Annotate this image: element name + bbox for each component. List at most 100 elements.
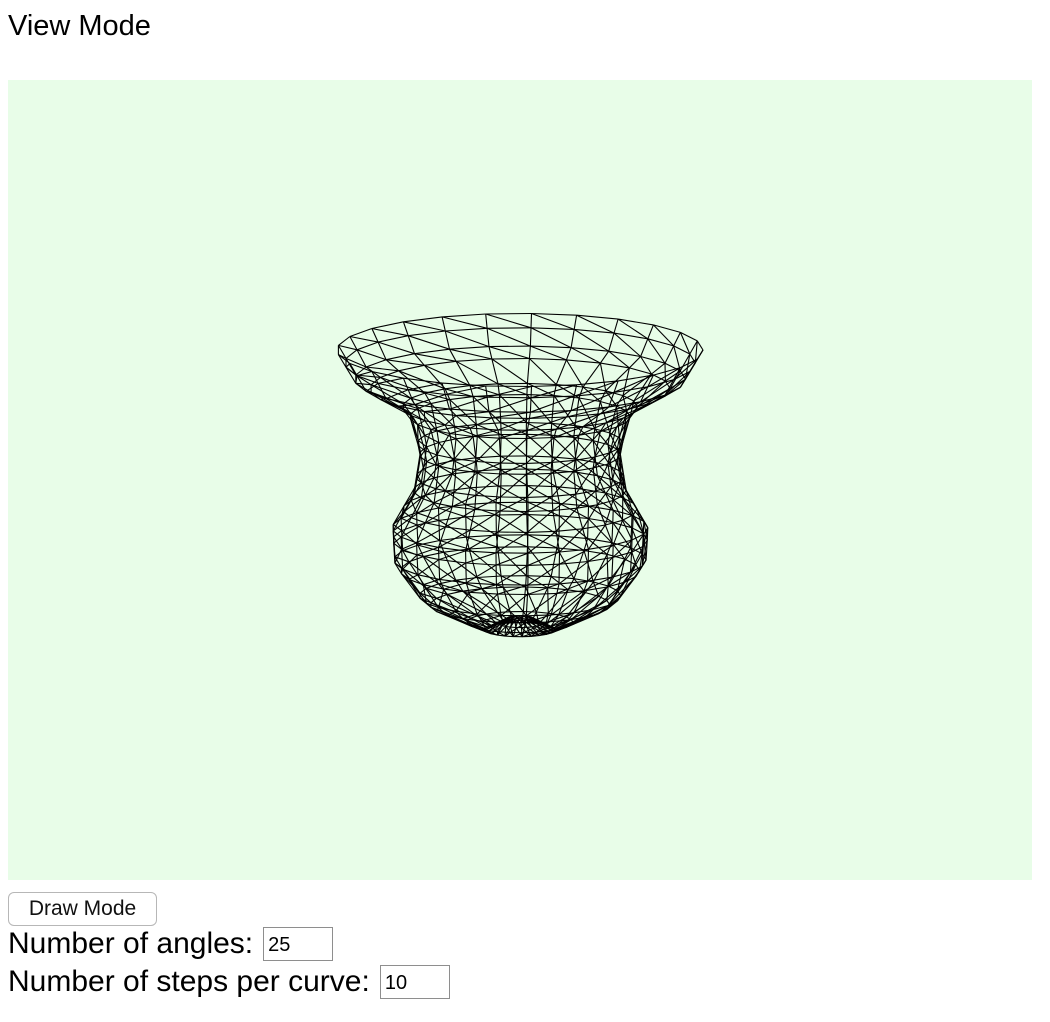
mesh-profile-edge [488,346,493,360]
mesh-ring-edge [530,616,532,618]
mesh-ring-edge [525,586,548,589]
mesh-ring-edge [411,517,426,524]
mesh-profile-edge [664,345,675,364]
mesh-profile-edge [550,473,553,497]
mesh-diagonal-edge [526,437,555,464]
mesh-profile-edge [522,586,527,612]
mesh-diagonal-edge [496,534,528,548]
mesh-ring-edge [442,313,486,318]
mesh-diagonal-edge [679,332,691,355]
mesh-ring-edge [408,330,446,337]
mesh-profile-edge [526,469,528,486]
mesh-profile-edge [607,558,626,587]
mesh-ring-edge [445,385,471,390]
mesh-ring-edge [487,396,532,399]
mesh-profile-edge [402,321,409,336]
mesh-ring-edge [530,327,575,330]
mesh-ring-edge [696,340,704,351]
mesh-ring-edge [504,635,514,638]
mesh-ring-edge [465,502,497,506]
mesh-ring-edge [508,616,511,618]
mesh-diagonal-edge [417,559,440,576]
mesh-profile-edge [613,318,619,334]
mesh-ring-edge [491,357,530,360]
mesh-diagonal-edge [500,438,528,464]
mesh-ring-edge [497,611,511,614]
mesh-ring-edge [445,327,488,332]
mesh-ring-edge [414,348,450,355]
mesh-ring-edge [469,591,498,595]
mesh-ring-edge [419,587,427,594]
mesh-diagonal-edge [527,534,558,549]
mesh-ring-edge [487,327,532,329]
mesh-diagonal-edge [500,434,527,457]
mesh-ring-edge [445,487,471,492]
mesh-diagonal-edge [488,397,532,413]
mesh-diagonal-edge [469,385,500,396]
mesh-ring-edge [530,345,572,349]
mesh-profile-edge [392,524,395,537]
mesh-profile-edge [611,557,614,578]
mesh-profile-edge [573,315,578,330]
mesh-profile-edge [400,518,403,531]
mesh-diagonal-edge [491,411,531,419]
mesh-profile-edge [469,385,474,397]
mesh-ring-edge [541,621,543,624]
mesh-profile-edge [578,386,584,399]
mesh-ring-edge [338,336,351,346]
mesh-diagonal-edge [606,585,609,601]
mesh-ring-edge [485,385,532,388]
mesh-ring-edge [527,382,557,386]
mesh-ring-edge [438,438,457,444]
mesh-profile-edge [349,336,358,351]
steps-input[interactable] [379,965,450,999]
mesh-ring-edge [477,471,502,475]
mesh-profile-edge [611,522,614,543]
mesh-diagonal-edge [488,346,530,360]
mesh-ring-edge [526,472,552,475]
mesh-diagonal-edge [449,348,493,360]
angles-input[interactable] [263,927,334,961]
mesh-diagonal-edge [486,327,531,347]
page-title: View Mode [8,10,151,42]
mesh-profile-edge [474,457,477,472]
mesh-ring-edge [469,546,498,550]
mesh-profile-edge [495,584,499,595]
mesh-diagonal-edge [456,411,490,417]
mesh-ring-edge [526,468,553,471]
mesh-diagonal-edge [497,485,529,503]
draw-mode-button[interactable]: Draw Mode [8,892,157,926]
mesh-profile-edge [528,412,531,419]
mesh-ring-edge [349,327,373,338]
mesh-profile-edge [444,330,451,350]
mesh-profile-edge [469,427,474,437]
mesh-profile-edge [573,460,576,472]
mesh-ring-edge [527,514,560,517]
mesh-ring-edge [488,345,531,348]
mesh-ring-edge [526,421,552,424]
mesh-ring-edge [401,524,418,532]
steps-control: Number of steps per curve: [8,964,450,1000]
mesh-ring-edge [449,408,490,413]
mesh-profile-edge [497,469,501,487]
mesh-ring-edge [356,341,379,351]
mesh-profile-edge [441,316,446,332]
mesh-ring-edge [606,600,611,606]
mesh-ring-edge [408,556,424,563]
mesh-profile-edge [576,508,584,529]
mesh-diagonal-edge [527,546,552,577]
mesh-ring-edge [385,353,415,361]
mesh-diagonal-edge [527,485,560,504]
mesh-diagonal-edge [349,335,379,343]
mesh-ring-edge [526,433,552,436]
mesh-diagonal-edge [526,575,548,589]
mesh-profile-edge [530,386,533,398]
mesh-diagonal-edge [424,434,440,443]
mesh-ring-edge [485,312,532,315]
mesh-ring-edge [426,441,439,448]
view-canvas[interactable] [8,80,1032,880]
mesh-diagonal-edge [424,364,471,387]
mesh-profile-edge [570,329,575,348]
mesh-profile-edge [647,324,654,340]
mesh-profile-edge [371,328,379,343]
